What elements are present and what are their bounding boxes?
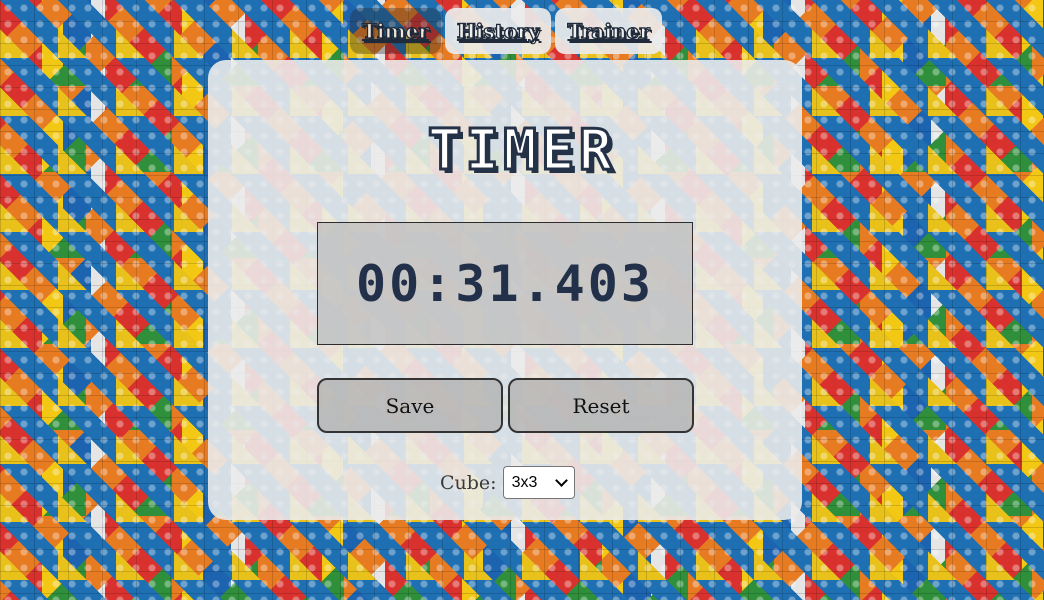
cube-label: Cube: bbox=[440, 471, 497, 494]
top-nav: Timer History Trainer bbox=[350, 8, 662, 54]
save-button[interactable]: Save bbox=[317, 378, 503, 433]
tab-trainer[interactable]: Trainer bbox=[555, 8, 662, 54]
chevron-down-icon bbox=[554, 474, 568, 487]
timer-value: 00:31.403 bbox=[356, 254, 654, 313]
reset-button[interactable]: Reset bbox=[508, 378, 694, 433]
page-title: TIMER bbox=[426, 117, 617, 185]
tab-timer[interactable]: Timer bbox=[350, 8, 441, 54]
cube-select-value: 3x3 bbox=[511, 473, 538, 491]
cube-selector-row: Cube: 3x3 bbox=[440, 466, 575, 499]
tab-history[interactable]: History bbox=[444, 8, 552, 54]
timer-display: 00:31.403 bbox=[317, 222, 693, 345]
cube-select[interactable]: 3x3 bbox=[502, 466, 575, 499]
